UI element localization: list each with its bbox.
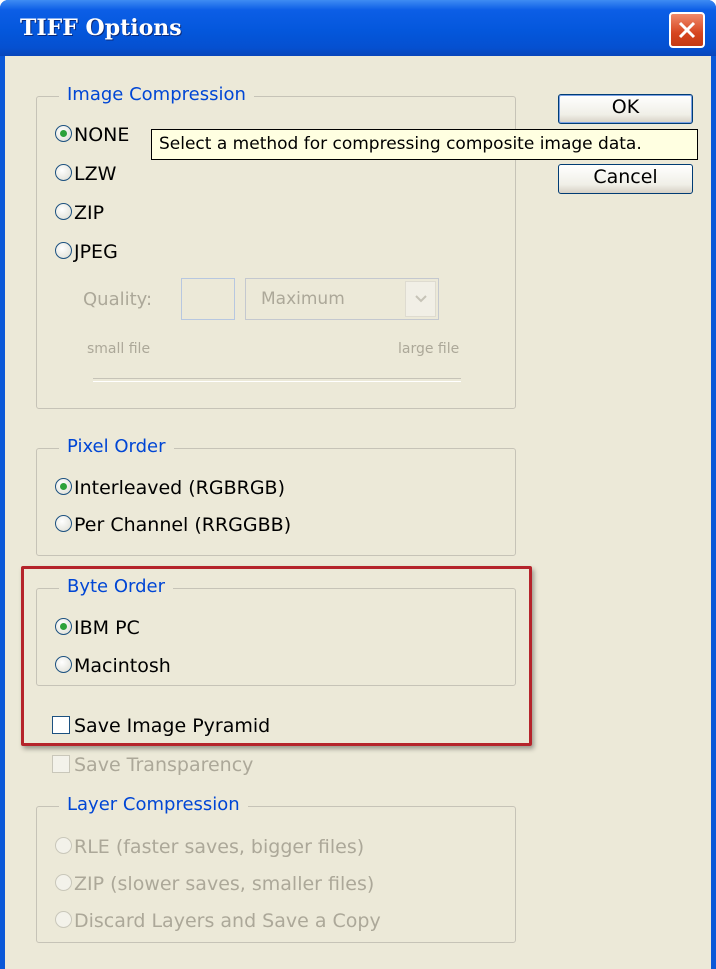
tiff-options-dialog: TIFF Options Image Compression NONE LZW … bbox=[0, 0, 716, 969]
radio-icon bbox=[55, 203, 72, 220]
quality-slider[interactable] bbox=[93, 378, 461, 382]
radio-label: Per Channel (RRGGBB) bbox=[74, 514, 292, 536]
window-title: TIFF Options bbox=[20, 15, 182, 41]
radio-selected-icon bbox=[55, 125, 72, 142]
radio-icon bbox=[55, 656, 72, 673]
compression-tooltip: Select a method for compressing composit… bbox=[151, 129, 698, 160]
radio-byte-macintosh[interactable]: Macintosh bbox=[55, 654, 171, 678]
radio-icon bbox=[55, 242, 72, 259]
save-transparency-checkbox[interactable]: Save Transparency bbox=[52, 753, 253, 777]
small-file-label: small file bbox=[87, 341, 151, 357]
radio-compression-none[interactable]: NONE bbox=[55, 123, 129, 147]
radio-label: NONE bbox=[74, 124, 130, 146]
radio-pixel-interleaved[interactable]: Interleaved (RGBRGB) bbox=[55, 476, 285, 500]
checkbox-label: Save Transparency bbox=[74, 754, 254, 776]
chevron-down-icon bbox=[415, 295, 427, 303]
dropdown-arrow[interactable] bbox=[405, 281, 436, 317]
radio-label: RLE (faster saves, bigger files) bbox=[74, 836, 365, 858]
large-file-label: large file bbox=[398, 341, 460, 357]
radio-pixel-per-channel[interactable]: Per Channel (RRGGBB) bbox=[55, 513, 291, 537]
save-image-pyramid-checkbox[interactable]: Save Image Pyramid bbox=[52, 714, 270, 738]
radio-selected-icon bbox=[55, 478, 72, 495]
quality-preset-select[interactable]: Maximum bbox=[245, 278, 439, 320]
checkbox-label: Save Image Pyramid bbox=[74, 715, 271, 737]
radio-icon bbox=[55, 874, 72, 891]
byte-order-title: Byte Order bbox=[59, 574, 174, 600]
radio-label: IBM PC bbox=[74, 617, 140, 639]
radio-compression-jpeg[interactable]: JPEG bbox=[55, 240, 118, 264]
radio-label: JPEG bbox=[74, 241, 118, 263]
radio-layer-rle[interactable]: RLE (faster saves, bigger files) bbox=[55, 835, 364, 859]
radio-icon bbox=[55, 515, 72, 532]
radio-compression-zip[interactable]: ZIP bbox=[55, 201, 104, 225]
radio-label: ZIP bbox=[74, 202, 105, 224]
dialog-body: Image Compression NONE LZW ZIP JPEG Qual… bbox=[5, 56, 711, 969]
quality-input[interactable] bbox=[181, 278, 235, 320]
ok-button[interactable]: OK bbox=[558, 94, 693, 124]
layer-compression-title: Layer Compression bbox=[59, 792, 248, 818]
radio-label: Discard Layers and Save a Copy bbox=[74, 910, 381, 932]
quality-preset-value: Maximum bbox=[261, 289, 345, 309]
radio-icon bbox=[55, 911, 72, 928]
quality-label: Quality: bbox=[83, 289, 153, 310]
radio-label: ZIP (slower saves, smaller files) bbox=[74, 873, 375, 895]
close-icon bbox=[678, 21, 696, 39]
radio-icon bbox=[55, 164, 72, 181]
radio-compression-lzw[interactable]: LZW bbox=[55, 162, 116, 186]
checkbox-icon bbox=[52, 715, 70, 734]
radio-layer-discard[interactable]: Discard Layers and Save a Copy bbox=[55, 909, 381, 933]
radio-byte-ibm-pc[interactable]: IBM PC bbox=[55, 616, 140, 640]
radio-label: Interleaved (RGBRGB) bbox=[74, 477, 285, 499]
title-bar[interactable]: TIFF Options bbox=[0, 0, 716, 56]
radio-icon bbox=[55, 837, 72, 854]
radio-selected-icon bbox=[55, 618, 72, 635]
pixel-order-title: Pixel Order bbox=[59, 434, 174, 460]
close-button[interactable] bbox=[669, 12, 705, 48]
cancel-button[interactable]: Cancel bbox=[558, 164, 693, 194]
radio-label: LZW bbox=[74, 163, 117, 185]
radio-label: Macintosh bbox=[74, 655, 171, 677]
radio-layer-zip[interactable]: ZIP (slower saves, smaller files) bbox=[55, 872, 374, 896]
image-compression-title: Image Compression bbox=[59, 82, 254, 108]
pixel-order-group: Pixel Order bbox=[36, 434, 516, 556]
checkbox-icon bbox=[52, 754, 70, 773]
